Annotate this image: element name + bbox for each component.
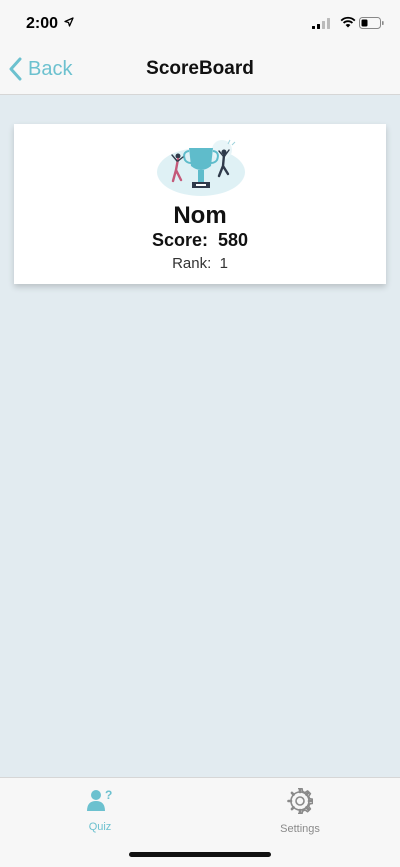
quiz-user-icon: ?: [87, 788, 112, 811]
home-indicator: [129, 852, 271, 857]
page-title: ScoreBoard: [146, 58, 254, 79]
rank-value: 1: [219, 255, 228, 272]
rank-line: Rank: 1: [14, 255, 386, 272]
score-label: Score:: [151, 230, 208, 250]
battery-icon: [359, 17, 384, 29]
wifi-icon: [340, 16, 356, 28]
svg-text:?: ?: [105, 788, 112, 802]
gear-icon: [287, 787, 314, 815]
tab-quiz-label: Quiz: [88, 821, 112, 833]
score-line: Score: 580: [14, 230, 386, 251]
trophy-illustration-icon: [157, 139, 245, 196]
status-time: 2:00: [26, 15, 59, 32]
score-card: Nom Score: 580 Rank: 1: [14, 124, 386, 284]
status-bar: 2:00: [0, 0, 400, 44]
tab-settings-label: Settings: [280, 823, 320, 835]
tab-settings[interactable]: Settings: [240, 787, 360, 835]
tab-quiz[interactable]: ? Quiz: [40, 788, 160, 833]
navigation-bar: Back ScoreBoard: [0, 44, 400, 95]
cellular-signal-icon: [312, 18, 330, 29]
location-arrow-icon: [64, 17, 74, 27]
rank-label: Rank:: [172, 255, 212, 272]
player-name: Nom: [173, 202, 227, 229]
score-value: 580: [218, 230, 249, 250]
